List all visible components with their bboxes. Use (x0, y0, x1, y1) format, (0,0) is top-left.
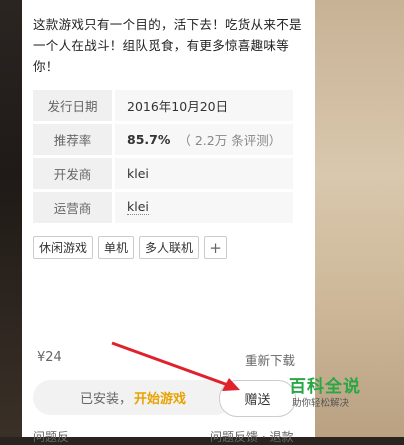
info-row-developer: 开发商 klei (33, 158, 293, 189)
price-label: ¥24 (37, 350, 62, 365)
tag-item[interactable]: 多人联机 (139, 236, 200, 259)
watermark-logo: 百科全说 助你轻松解决 (283, 367, 373, 409)
watermark-title: 百科全说 (289, 377, 361, 397)
publisher-label: 运营商 (33, 192, 112, 223)
tag-item[interactable]: 单机 (98, 236, 135, 259)
watermark-subtitle: 助你轻松解决 (292, 398, 350, 409)
developer-name[interactable]: klei (127, 166, 149, 181)
release-date-value: 2016年10月20日 (115, 90, 293, 121)
rating-percent: 85.7% (127, 132, 171, 147)
installed-status: 已安装， (79, 392, 132, 407)
info-row-publisher: 运营商 klei (33, 192, 293, 223)
developer-value: klei (115, 158, 293, 189)
rating-value-cell: 85.7% （ 2.2万 条评测） (115, 124, 293, 155)
publisher-link[interactable]: klei (127, 200, 149, 215)
tag-item[interactable]: 休闲游戏 (33, 236, 94, 259)
tag-list: 休闲游戏 单机 多人联机 + (33, 236, 228, 259)
background-left (0, 0, 22, 437)
add-tag-button[interactable]: + (204, 236, 228, 259)
publisher-value: klei (115, 192, 293, 223)
release-date-label: 发行日期 (33, 90, 112, 121)
info-row-release: 发行日期 2016年10月20日 (33, 90, 293, 121)
start-game-label: 开始游戏 (134, 392, 187, 407)
developer-label: 开发商 (33, 158, 112, 189)
start-game-button[interactable]: 已安装， 开始游戏 (33, 380, 233, 415)
game-detail-panel: 这款游戏只有一个目的，活下去！吃货从来不是一个人在战斗！组队觅食，有更多惊喜趣味… (22, 0, 315, 444)
game-info-table: 发行日期 2016年10月20日 推荐率 85.7% （ 2.2万 条评测） 开… (33, 90, 293, 226)
info-row-rating: 推荐率 85.7% （ 2.2万 条评测） (33, 124, 293, 155)
rating-label: 推荐率 (33, 124, 112, 155)
rating-review-count[interactable]: （ 2.2万 条评测） (178, 130, 281, 149)
game-description: 这款游戏只有一个目的，活下去！吃货从来不是一个人在战斗！组队觅食，有更多惊喜趣味… (33, 17, 302, 74)
